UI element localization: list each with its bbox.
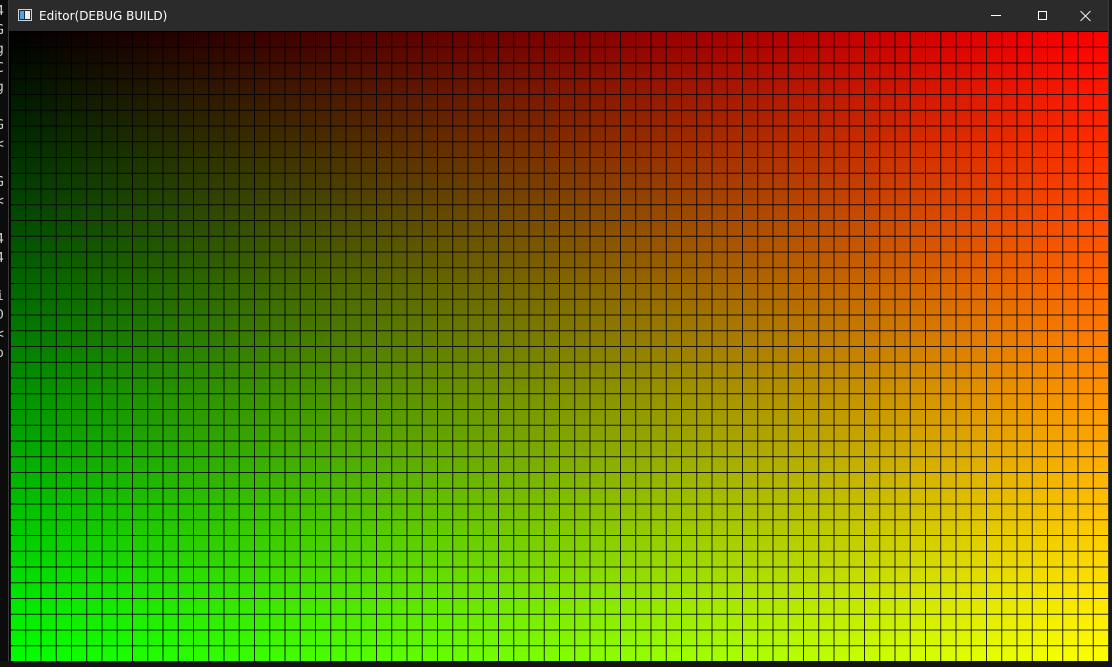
terminal-glyph: G [0, 175, 4, 191]
terminal-glyph: g [0, 80, 4, 96]
terminal-glyph: 4 [0, 251, 4, 267]
terminal-glyph: < [0, 137, 4, 153]
terminal-glyph: o [0, 346, 4, 362]
terminal-glyph: G [0, 118, 4, 134]
taskbar-edge [0, 661, 1112, 667]
minimize-icon [991, 15, 1001, 16]
terminal-glyph: 4 [0, 4, 4, 20]
maximize-icon [1037, 11, 1047, 20]
grid-overlay [10, 31, 1108, 661]
terminal-glyph: C [0, 61, 4, 77]
close-button[interactable] [1063, 0, 1109, 31]
window-title: Editor(DEBUG BUILD) [39, 9, 168, 23]
maximize-button[interactable] [1019, 0, 1065, 31]
close-icon [1080, 10, 1092, 22]
terminal-glyph: < [0, 194, 4, 210]
terminal-glyph: g [0, 42, 4, 58]
title-bar[interactable]: Editor(DEBUG BUILD) [9, 0, 1108, 31]
minimize-button[interactable] [973, 0, 1019, 31]
terminal-glyph: < [0, 327, 4, 343]
render-viewport[interactable] [10, 31, 1108, 661]
editor-window[interactable]: Editor(DEBUG BUILD) [8, 0, 1109, 667]
terminal-glyph: 4 [0, 232, 4, 248]
application-window-icon [18, 9, 32, 21]
terminal-glyph: G [0, 23, 4, 39]
terminal-glyph: i [0, 289, 4, 305]
terminal-glyph: D [0, 308, 4, 324]
